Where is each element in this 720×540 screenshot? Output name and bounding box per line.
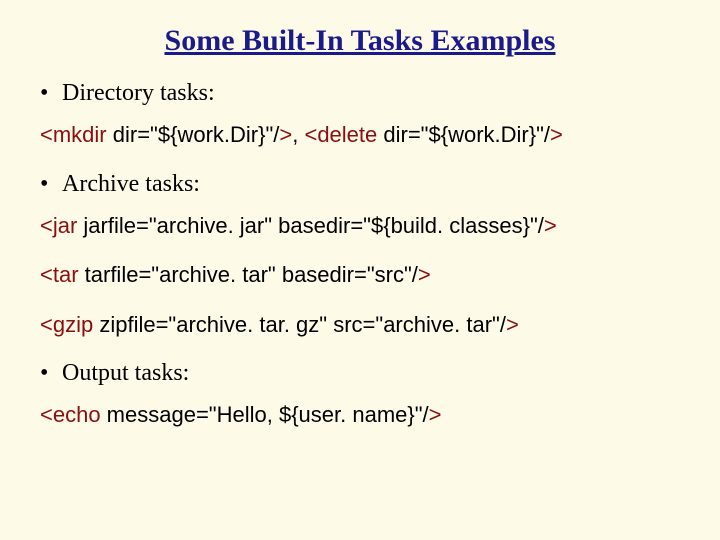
section-output: Output tasks: <echo message="Hello, ${us…: [34, 360, 686, 429]
code-archive-line-1: <tar tarfile="archive. tar" basedir="src…: [34, 261, 686, 289]
bullet-archive: Archive tasks:: [34, 171, 686, 198]
section-directory: Directory tasks: <mkdir dir="${work.Dir}…: [34, 80, 686, 149]
code-output-line-0: <echo message="Hello, ${user. name}"/>: [34, 401, 686, 429]
slide-title: Some Built-In Tasks Examples: [34, 24, 686, 58]
section-archive: Archive tasks: <jar jarfile="archive. ja…: [34, 171, 686, 339]
code-directory-line-0: <mkdir dir="${work.Dir}"/>, <delete dir=…: [34, 121, 686, 149]
code-archive-line-2: <gzip zipfile="archive. tar. gz" src="ar…: [34, 311, 686, 339]
bullet-output: Output tasks:: [34, 360, 686, 387]
code-archive-line-0: <jar jarfile="archive. jar" basedir="${b…: [34, 212, 686, 240]
bullet-directory: Directory tasks:: [34, 80, 686, 107]
